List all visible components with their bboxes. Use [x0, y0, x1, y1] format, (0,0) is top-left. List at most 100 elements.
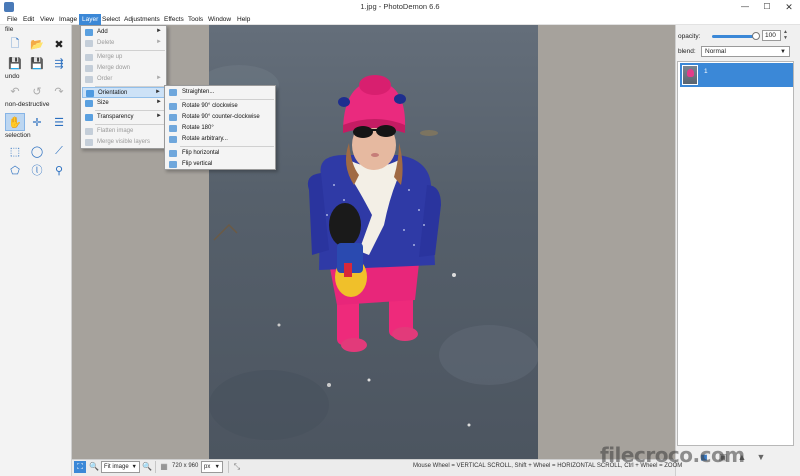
menu-adjustments[interactable]: Adjustments: [121, 14, 163, 25]
close-button[interactable]: ✕: [778, 0, 800, 14]
menu-tools[interactable]: Tools: [185, 14, 206, 25]
menu-item-flatten-image[interactable]: Flatten image: [82, 126, 165, 137]
merge-down-icon: [85, 65, 93, 72]
menu-item-label: Straighten...: [182, 88, 215, 95]
rotate-arbitrary-icon: [169, 136, 177, 143]
menu-item-rotate-arbitrary[interactable]: Rotate arbitrary...: [166, 134, 274, 145]
open-folder-icon[interactable]: 📂: [28, 36, 46, 52]
image-size-text: 720 x 960: [172, 463, 199, 469]
submenu-arrow-icon: ►: [156, 99, 162, 105]
close-x-icon[interactable]: ✖: [50, 36, 68, 52]
redo-icon[interactable]: ↷: [50, 83, 68, 99]
quick-fix-icon[interactable]: ☰: [50, 114, 68, 130]
menu-item-label: Merge down: [97, 64, 131, 71]
watermark-logo: filecroco.com: [600, 443, 745, 467]
opacity-input[interactable]: 100: [762, 30, 781, 41]
menu-item-flip-vertical[interactable]: Flip vertical: [166, 159, 274, 170]
menu-file[interactable]: File: [4, 14, 20, 25]
menu-divider: [95, 124, 165, 125]
flatten-icon: [85, 128, 93, 135]
menu-help[interactable]: Help: [234, 14, 253, 25]
zoom-select[interactable]: Fit image ▼: [101, 461, 140, 473]
rect-select-icon[interactable]: ⬚: [6, 143, 24, 159]
orientation-submenu: Straighten... Rotate 90° clockwise Rotat…: [164, 85, 276, 170]
cursor-position-icon: ⤡: [233, 462, 241, 471]
menu-item-label: Flip horizontal: [182, 149, 220, 156]
rotate-cw-icon: [169, 103, 177, 110]
menu-edit[interactable]: Edit: [20, 14, 37, 25]
zoom-value: Fit image: [104, 464, 129, 470]
export-icon[interactable]: ⇶: [50, 55, 68, 71]
menu-item-rotate-180[interactable]: Rotate 180°: [166, 123, 274, 134]
hand-icon[interactable]: ✋: [5, 113, 25, 131]
status-divider: [228, 461, 229, 473]
layer-name: 1: [704, 68, 708, 75]
menu-item-merge-up[interactable]: Merge up: [82, 52, 165, 63]
move-layer-down-button[interactable]: ▼: [754, 452, 768, 464]
submenu-arrow-icon: ►: [155, 89, 161, 95]
polygon-select-icon[interactable]: ⬠: [6, 162, 24, 178]
opacity-spinner[interactable]: ▲ ▼: [783, 29, 788, 41]
undo-icon[interactable]: ↶: [6, 83, 24, 99]
straighten-icon: [169, 89, 177, 96]
submenu-arrow-icon: ►: [156, 28, 162, 34]
menu-item-merge-down[interactable]: Merge down: [82, 63, 165, 74]
menu-item-size[interactable]: Size ►: [82, 98, 165, 109]
menu-window[interactable]: Window: [205, 14, 234, 25]
chevron-down-icon: ▼: [780, 49, 786, 55]
menu-item-delete[interactable]: Delete ►: [82, 38, 165, 49]
menu-view[interactable]: View: [37, 14, 57, 25]
save-icon[interactable]: 💾: [6, 55, 24, 71]
layer-thumbnail: [682, 65, 698, 85]
menu-item-orientation[interactable]: Orientation ►: [82, 87, 165, 98]
order-icon: [85, 76, 93, 83]
ellipse-select-icon[interactable]: ◯: [28, 143, 46, 159]
blend-mode-select[interactable]: Normal ▼: [701, 46, 790, 57]
orientation-icon: [86, 90, 94, 97]
menu-item-add[interactable]: Add ►: [82, 27, 165, 38]
new-file-icon[interactable]: 🗋: [6, 36, 24, 52]
menu-item-order[interactable]: Order ►: [82, 74, 165, 85]
blend-mode-value: Normal: [705, 48, 726, 55]
menu-item-flip-horizontal[interactable]: Flip horizontal: [166, 148, 274, 159]
menu-layer[interactable]: Layer: [79, 14, 102, 25]
image-size-icon: ▦: [160, 462, 168, 471]
wand-select-icon[interactable]: ⚲: [50, 162, 68, 178]
layer-menu-dropdown: Add ► Delete ► Merge up Merge down Order…: [80, 25, 167, 149]
fit-screen-icon[interactable]: ⛶: [74, 461, 86, 473]
minimize-button[interactable]: —: [734, 0, 756, 14]
zoom-out-icon[interactable]: 🔍: [88, 461, 100, 473]
opacity-slider-handle[interactable]: [752, 32, 760, 40]
menu-effects[interactable]: Effects: [161, 14, 187, 25]
save-as-icon[interactable]: 💾: [28, 55, 46, 71]
menu-item-transparency[interactable]: Transparency ►: [82, 112, 165, 123]
toolbox-section-selection: selection: [5, 132, 31, 139]
menu-item-label: Order: [97, 75, 113, 82]
menu-select[interactable]: Select: [99, 14, 123, 25]
unit-select[interactable]: px ▼: [201, 461, 223, 473]
menu-image[interactable]: Image: [56, 14, 80, 25]
line-select-icon[interactable]: ⟋: [50, 143, 68, 159]
merge-up-icon: [85, 54, 93, 61]
merge-visible-icon: [85, 139, 93, 146]
menu-item-merge-visible[interactable]: Merge visible layers: [82, 137, 165, 148]
menu-item-label: Delete: [97, 39, 115, 46]
toolbox-section-undo: undo: [5, 73, 20, 80]
transparency-icon: [85, 114, 93, 121]
maximize-button[interactable]: ☐: [756, 0, 778, 14]
menu-item-label: Orientation: [98, 89, 128, 96]
chevron-down-icon: ▼: [214, 464, 220, 470]
history-icon[interactable]: ↺: [28, 83, 46, 99]
move-icon[interactable]: ✛: [28, 114, 46, 130]
rotate-ccw-icon: [169, 114, 177, 121]
zoom-in-icon[interactable]: 🔍: [141, 461, 153, 473]
status-divider: [155, 461, 156, 473]
menu-item-rotate-90-ccw[interactable]: Rotate 90° counter-clockwise: [166, 112, 274, 123]
layer-list: [677, 61, 794, 446]
title-bar: 1.jpg - PhotoDemon 6.6 — ☐ ✕: [0, 0, 800, 14]
menu-item-label: Transparency: [97, 113, 134, 120]
menu-item-straighten[interactable]: Straighten...: [166, 87, 274, 98]
menu-divider: [95, 110, 165, 111]
lasso-select-icon[interactable]: ⓛ: [28, 162, 46, 178]
menu-item-rotate-90-cw[interactable]: Rotate 90° clockwise: [166, 101, 274, 112]
